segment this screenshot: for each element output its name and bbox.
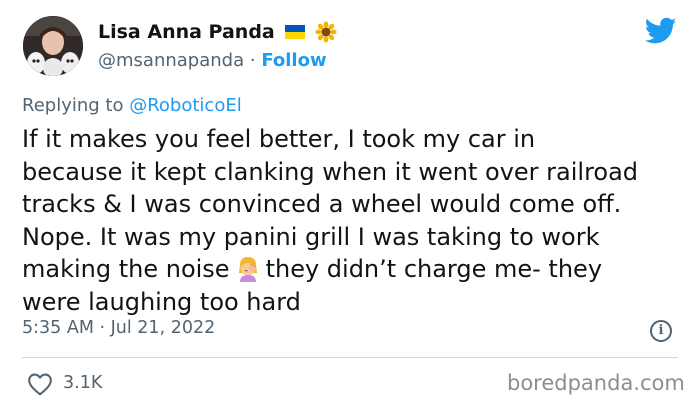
facepalm-emoji bbox=[238, 257, 257, 282]
like-count: 3.1K bbox=[63, 373, 103, 393]
sunflower-icon bbox=[315, 21, 337, 43]
author-handle-row: @msannapanda · Follow bbox=[98, 50, 327, 71]
reply-context: Replying to @RoboticoEl bbox=[22, 95, 242, 116]
reply-mention-link[interactable]: @RoboticoEl bbox=[129, 95, 242, 116]
heart-icon[interactable] bbox=[27, 372, 53, 396]
follow-button[interactable]: Follow bbox=[261, 50, 326, 71]
separator-dot: · bbox=[249, 50, 256, 71]
divider bbox=[22, 357, 678, 358]
author-handle[interactable]: @msannapanda bbox=[98, 50, 244, 71]
author-name[interactable]: Lisa Anna Panda bbox=[98, 21, 275, 43]
tweet-timestamp[interactable]: 5:35 AM · Jul 21, 2022 bbox=[22, 318, 215, 338]
watermark-text: boredpanda.com bbox=[507, 371, 685, 395]
avatar[interactable] bbox=[23, 16, 83, 76]
info-icon[interactable]: i bbox=[650, 320, 672, 342]
avatar-image bbox=[23, 16, 83, 76]
twitter-bird-icon[interactable] bbox=[645, 17, 677, 45]
tweet-text: If it makes you feel better, I took my c… bbox=[22, 123, 692, 318]
ukraine-flag-icon bbox=[284, 25, 305, 39]
reply-prefix: Replying to bbox=[22, 95, 124, 116]
author-name-row: Lisa Anna Panda bbox=[98, 21, 337, 43]
